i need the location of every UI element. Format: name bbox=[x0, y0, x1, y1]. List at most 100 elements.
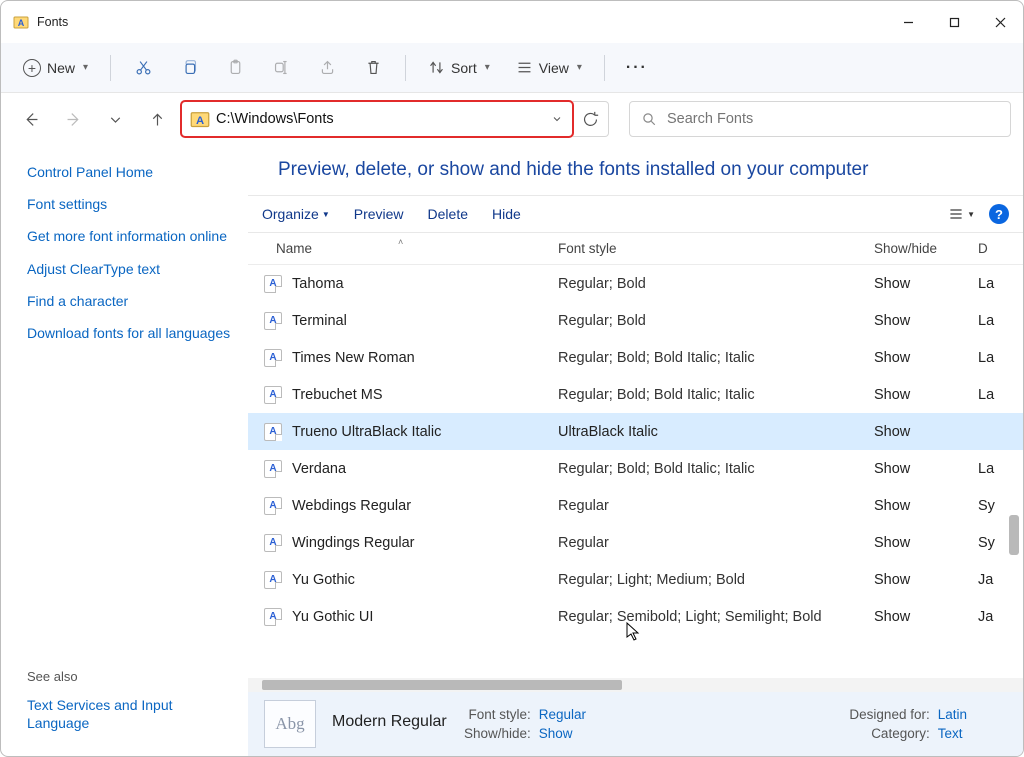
forward-button[interactable] bbox=[55, 101, 91, 137]
view-button[interactable]: View ▾ bbox=[506, 51, 592, 85]
font-row[interactable]: ATahomaRegular; BoldShowLa bbox=[248, 265, 1023, 302]
details-font-name: Modern Regular bbox=[332, 713, 447, 731]
details-style-label: Font style: bbox=[457, 707, 531, 722]
font-preview-tile: Abg bbox=[264, 700, 316, 748]
content-pane: Preview, delete, or show and hide the fo… bbox=[248, 145, 1023, 756]
sidebar-link-download-fonts[interactable]: Download fonts for all languages bbox=[27, 324, 238, 342]
chevron-down-icon: ▾ bbox=[485, 62, 490, 73]
font-file-icon: A bbox=[264, 312, 282, 330]
font-show: Show bbox=[874, 535, 978, 551]
divider bbox=[604, 55, 605, 81]
cut-button[interactable] bbox=[123, 51, 163, 85]
font-row[interactable]: ATimes New RomanRegular; Bold; Bold Ital… bbox=[248, 339, 1023, 376]
sidebar-link-more-info[interactable]: Get more font information online bbox=[27, 227, 238, 245]
main-area: Control Panel Home Font settings Get mor… bbox=[1, 145, 1023, 756]
font-designed: La bbox=[978, 313, 1023, 329]
font-name: Yu Gothic UI bbox=[292, 609, 373, 625]
font-name: Yu Gothic bbox=[292, 572, 355, 588]
back-button[interactable] bbox=[13, 101, 49, 137]
font-row[interactable]: ATrueno UltraBlack ItalicUltraBlack Ital… bbox=[248, 413, 1023, 450]
fonts-app-icon: A bbox=[13, 14, 29, 30]
font-show: Show bbox=[874, 313, 978, 329]
font-name: Webdings Regular bbox=[292, 498, 411, 514]
up-button[interactable] bbox=[139, 101, 175, 137]
sidebar-link-text-services[interactable]: Text Services and Input Language bbox=[27, 696, 238, 732]
copy-button[interactable] bbox=[169, 51, 209, 85]
address-dropdown[interactable] bbox=[542, 114, 572, 124]
font-designed: La bbox=[978, 387, 1023, 403]
search-box[interactable] bbox=[629, 101, 1011, 137]
address-input[interactable] bbox=[216, 111, 542, 127]
font-name: Tahoma bbox=[292, 276, 344, 292]
font-show: Show bbox=[874, 350, 978, 366]
font-style: Regular; Bold; Bold Italic; Italic bbox=[558, 387, 874, 403]
close-button[interactable] bbox=[977, 3, 1023, 41]
new-label: New bbox=[47, 60, 75, 76]
search-icon bbox=[642, 112, 657, 127]
details-category-value[interactable]: Text bbox=[938, 726, 963, 741]
font-show: Show bbox=[874, 387, 978, 403]
paste-button[interactable] bbox=[215, 51, 255, 85]
details-pane: Abg Modern Regular Font style: Regular Sh… bbox=[248, 692, 1023, 756]
font-style: Regular; Bold bbox=[558, 313, 874, 329]
share-button[interactable] bbox=[307, 51, 347, 85]
details-show-value[interactable]: Show bbox=[539, 726, 573, 741]
sidebar-link-font-settings[interactable]: Font settings bbox=[27, 195, 238, 213]
minimize-button[interactable] bbox=[885, 3, 931, 41]
svg-text:A: A bbox=[18, 18, 25, 28]
col-name[interactable]: Name˄ bbox=[248, 241, 558, 256]
vertical-scrollbar[interactable] bbox=[1009, 455, 1021, 565]
more-button[interactable]: ··· bbox=[617, 51, 657, 85]
delete-button[interactable] bbox=[353, 51, 393, 85]
sort-label: Sort bbox=[451, 60, 477, 76]
details-show-label: Show/hide: bbox=[457, 726, 531, 741]
col-designed[interactable]: D bbox=[978, 241, 1023, 256]
font-show: Show bbox=[874, 276, 978, 292]
font-file-icon: A bbox=[264, 534, 282, 552]
new-button[interactable]: + New ▾ bbox=[13, 51, 98, 85]
hide-button[interactable]: Hide bbox=[492, 206, 521, 222]
maximize-button[interactable] bbox=[931, 3, 977, 41]
font-row[interactable]: AVerdanaRegular; Bold; Bold Italic; Ital… bbox=[248, 450, 1023, 487]
font-row[interactable]: A Trebuchet MS Regular; Bold; Bold Italic;… bbox=[248, 376, 1023, 413]
delete-action-button[interactable]: Delete bbox=[428, 206, 468, 222]
font-style: Regular; Bold; Bold Italic; Italic bbox=[558, 461, 874, 477]
divider bbox=[405, 55, 406, 81]
help-button[interactable]: ? bbox=[989, 204, 1009, 224]
font-name: Trebuchet MS bbox=[292, 387, 383, 403]
horizontal-scrollbar[interactable] bbox=[248, 678, 1023, 692]
sort-button[interactable]: Sort ▾ bbox=[418, 51, 500, 85]
font-row[interactable]: AWingdings RegularRegularShowSy bbox=[248, 524, 1023, 561]
scrollbar-thumb[interactable] bbox=[1009, 515, 1019, 555]
font-style: UltraBlack Italic bbox=[558, 424, 874, 440]
rename-button[interactable] bbox=[261, 51, 301, 85]
sidebar-link-find-char[interactable]: Find a character bbox=[27, 292, 238, 310]
col-font-style[interactable]: Font style bbox=[558, 241, 874, 256]
col-show-hide[interactable]: Show/hide bbox=[874, 241, 978, 256]
font-style: Regular; Semibold; Light; Semilight; Bol… bbox=[558, 609, 874, 625]
recent-button[interactable] bbox=[97, 101, 133, 137]
scrollbar-thumb[interactable] bbox=[262, 680, 622, 690]
details-style-value[interactable]: Regular bbox=[539, 707, 586, 722]
preview-button[interactable]: Preview bbox=[354, 206, 404, 222]
font-row[interactable]: AWebdings RegularRegularShowSy bbox=[248, 487, 1023, 524]
sidebar-link-cp-home[interactable]: Control Panel Home bbox=[27, 163, 238, 181]
font-file-icon: A bbox=[264, 349, 282, 367]
font-row[interactable]: AYu GothicRegular; Light; Medium; BoldSh… bbox=[248, 561, 1023, 598]
font-row[interactable]: AYu Gothic UIRegular; Semibold; Light; S… bbox=[248, 598, 1023, 635]
address-bar[interactable]: A bbox=[181, 101, 573, 137]
details-designed-value[interactable]: Latin bbox=[938, 707, 967, 722]
divider bbox=[110, 55, 111, 81]
view-options-button[interactable]: ▼ bbox=[948, 206, 975, 222]
chevron-down-icon: ▾ bbox=[83, 62, 88, 73]
font-file-icon: A bbox=[264, 386, 282, 404]
font-designed: Ja bbox=[978, 609, 1023, 625]
sidebar-link-cleartype[interactable]: Adjust ClearType text bbox=[27, 260, 238, 278]
font-name: Verdana bbox=[292, 461, 346, 477]
svg-text:A: A bbox=[196, 115, 204, 127]
font-row[interactable]: ATerminalRegular; BoldShowLa bbox=[248, 302, 1023, 339]
view-icon bbox=[516, 59, 533, 76]
organize-button[interactable]: Organize▼ bbox=[262, 206, 330, 222]
search-input[interactable] bbox=[667, 111, 998, 127]
refresh-button[interactable] bbox=[573, 101, 609, 137]
